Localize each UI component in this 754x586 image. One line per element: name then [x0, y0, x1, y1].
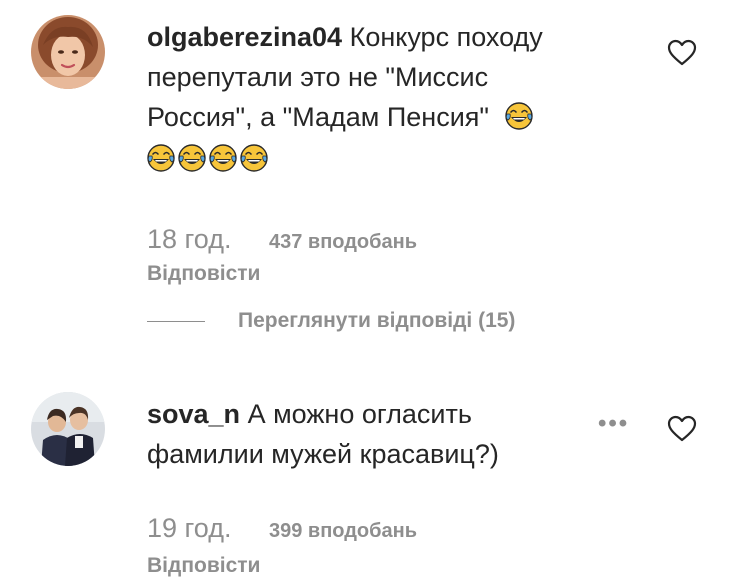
comment-text: olgaberezina04 Конкурс походу перепутали…	[147, 17, 543, 179]
comment-meta: 19 год. 399 вподобань	[147, 513, 417, 544]
comment-text-line: А можно огласить	[247, 399, 472, 429]
tears-of-joy-emoji-icon	[209, 144, 237, 172]
heart-outline-icon[interactable]	[667, 415, 697, 443]
comment-time: 19 год.	[147, 513, 232, 543]
divider-line	[147, 320, 205, 322]
heart-outline-icon[interactable]	[667, 39, 697, 67]
avatar-couple-photo-icon	[31, 392, 105, 466]
avatar[interactable]	[31, 392, 105, 466]
tears-of-joy-emoji-icon	[240, 144, 268, 172]
more-options-icon[interactable]: •••	[598, 410, 629, 438]
comment-text-line: перепутали это не "Миссис	[147, 62, 489, 92]
view-replies-button[interactable]: Переглянути відповіді (15)	[147, 309, 515, 333]
reply-button[interactable]: Відповісти	[147, 262, 260, 286]
avatar-woman-photo-icon	[31, 15, 105, 89]
comment-likes[interactable]: 399 вподобань	[269, 520, 417, 542]
comment-meta: 18 год. 437 вподобань	[147, 224, 417, 255]
comment-username[interactable]: sova_n	[147, 399, 240, 429]
comment-likes[interactable]: 437 вподобань	[269, 231, 417, 253]
comment-text-line: Конкурс походу	[349, 22, 543, 52]
tears-of-joy-emoji-icon	[147, 144, 175, 172]
comment-item: olgaberezina04 Конкурс походу перепутали…	[0, 0, 754, 360]
tears-of-joy-emoji-icon	[505, 102, 533, 130]
comment-time: 18 год.	[147, 224, 232, 254]
comment-username[interactable]: olgaberezina04	[147, 22, 342, 52]
comment-text: sova_n А можно огласить фамилии мужей кр…	[147, 394, 499, 474]
avatar[interactable]	[31, 15, 105, 89]
comment-item: sova_n А можно огласить фамилии мужей кр…	[0, 380, 754, 586]
view-replies-label: Переглянути відповіді (15)	[238, 309, 516, 332]
reply-button[interactable]: Відповісти	[147, 554, 260, 578]
comment-text-line: Россия", а "Мадам Пенсия"	[147, 102, 489, 132]
tears-of-joy-emoji-icon	[178, 144, 206, 172]
comment-text-line: фамилии мужей красавиц?)	[147, 439, 499, 469]
